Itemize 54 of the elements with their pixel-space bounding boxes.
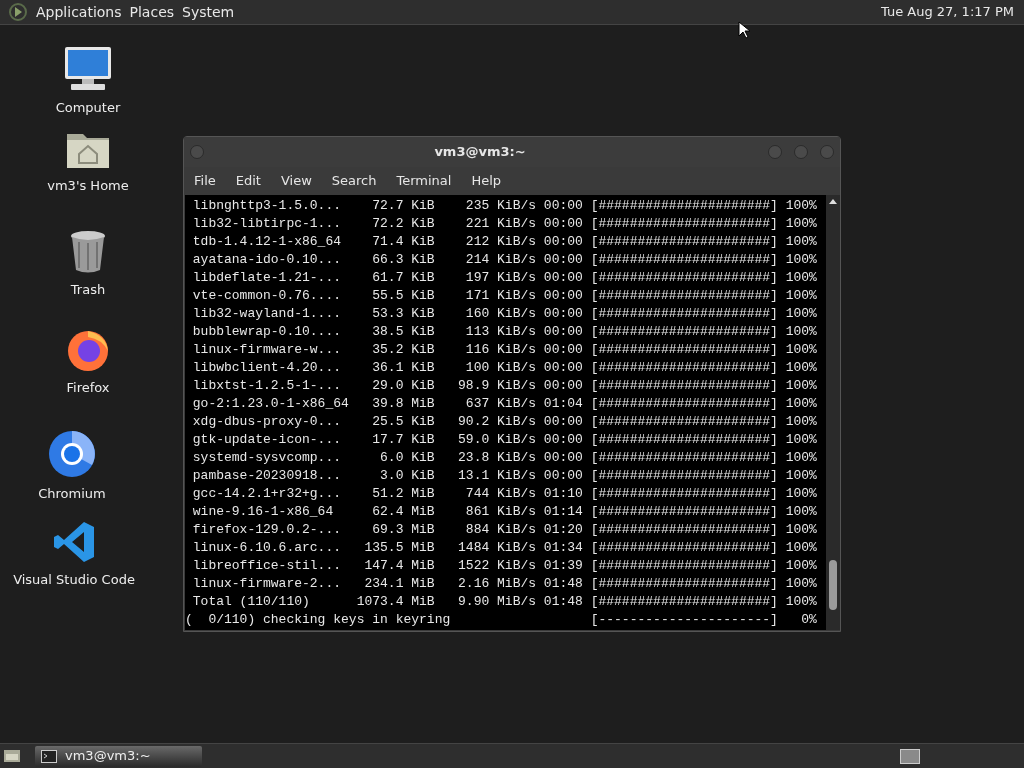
menu-logo-icon[interactable] (8, 2, 28, 22)
menu-item[interactable]: View (280, 171, 312, 191)
terminal-line: bubblewrap-0.10.... 38.5 KiB 113 KiB/s 00:00 [######################] 100% (191, 323, 818, 341)
terminal-line: wine-9.16-1-x86_64 62.4 MiB 861 KiB/s 01:14 [######################] 100% (191, 503, 818, 521)
mouse-pointer-icon (738, 21, 750, 39)
scroll-up-icon[interactable] (829, 198, 837, 206)
menu-item[interactable]: Search (331, 171, 377, 191)
desktop-icon-label[interactable]: Firefox (66, 378, 110, 398)
terminal-line: ( 0/110) checking keys in keyring [----------------------] 0% (185, 611, 818, 629)
terminal-line: pambase-20230918... 3.0 KiB 13.1 KiB/s 00:00 [######################] 100% (191, 467, 818, 485)
terminal-line: firefox-129.0.2-... 69.3 MiB 884 KiB/s 01:20 [######################] 100% (191, 521, 818, 539)
trash-icon (69, 230, 107, 274)
desktop-icon-label[interactable]: Trash (70, 280, 106, 300)
panel-menu[interactable]: Places (129, 1, 175, 23)
terminal-line: xdg-dbus-proxy-0... 25.5 KiB 90.2 KiB/s 00:00 [######################] 100% (191, 413, 818, 431)
taskbar-task[interactable]: vm3@vm3:~ (35, 745, 202, 767)
desktop-icon-label[interactable]: vm3's Home (47, 176, 129, 196)
terminal-line: libreoffice-stil... 147.4 MiB 1522 KiB/s 01:39 [######################] 100% (191, 557, 818, 575)
terminal-line: gtk-update-icon-... 17.7 KiB 59.0 KiB/s 00:00 [######################] 100% (191, 431, 818, 449)
terminal-line: linux-6.10.6.arc... 135.5 MiB 1484 KiB/s 01:34 [######################] 100% (191, 539, 818, 557)
window-title: vm3@vm3:~ (433, 143, 527, 162)
terminal-icon (41, 749, 57, 763)
terminal-line: Total (110/110) 1073.4 MiB 9.90 MiB/s 01:48 [######################] 100% (191, 593, 818, 611)
scrollbar[interactable] (826, 195, 840, 630)
scrollbar-thumb[interactable] (829, 560, 837, 610)
terminal-line: lib32-wayland-1.... 53.3 KiB 160 KiB/s 00:00 [######################] 100% (191, 305, 818, 323)
clock[interactable]: Tue Aug 27, 1:17 PM (880, 2, 1014, 22)
terminal-line: libdeflate-1.21-... 61.7 KiB 197 KiB/s 00:00 [######################] 100% (191, 269, 818, 287)
terminal-line: go-2:1.23.0-1-x86_64 39.8 MiB 637 KiB/s 01:04 [######################] 100% (191, 395, 818, 413)
terminal-line: libxtst-1.2.5-1-... 29.0 KiB 98.9 KiB/s 00:00 [######################] 100% (191, 377, 818, 395)
terminal-line: libnghttp3-1.5.0... 72.7 KiB 235 KiB/s 00:00 [######################] 100% (191, 197, 818, 215)
menu-item[interactable]: Help (471, 171, 502, 191)
menu-item[interactable]: Terminal (396, 171, 452, 191)
terminal-line: linux-firmware-w... 35.2 KiB 116 KiB/s 00:00 [######################] 100% (191, 341, 818, 359)
panel-menu[interactable]: System (182, 1, 235, 23)
show-desktop-icon[interactable] (3, 748, 21, 764)
terminal-line: vte-common-0.76.... 55.5 KiB 171 KiB/s 00:00 [######################] 100% (191, 287, 818, 305)
terminal-line: systemd-sysvcomp... 6.0 KiB 23.8 KiB/s 00:00 [######################] 100% (191, 449, 818, 467)
terminal-line: libwbclient-4.20... 36.1 KiB 100 KiB/s 00:00 [######################] 100% (191, 359, 818, 377)
panel-menu[interactable]: Applications (36, 1, 122, 23)
code-editor-icon (52, 520, 96, 564)
terminal-line: linux-firmware-2... 234.1 MiB 2.16 MiB/s 01:48 [######################] 100% (191, 575, 818, 593)
workspace-switcher[interactable] (900, 748, 920, 764)
terminal-line: lib32-libtirpc-1... 72.2 KiB 221 KiB/s 00:00 [######################] 100% (191, 215, 818, 233)
terminal-line: ayatana-ido-0.10... 66.3 KiB 214 KiB/s 00:00 [######################] 100% (191, 251, 818, 269)
terminal-line: gcc-14.2.1+r32+g... 51.2 MiB 744 KiB/s 01:10 [######################] 100% (191, 485, 818, 503)
computer-icon (63, 46, 113, 92)
menu-item[interactable]: File (194, 171, 216, 191)
desktop-icon-label[interactable]: Visual Studio Code (13, 570, 135, 590)
chromium-icon (48, 430, 96, 478)
desktop-icon-label[interactable]: Chromium (38, 484, 106, 504)
desktop-icon-label[interactable]: Computer (55, 98, 121, 118)
menu-item[interactable]: Edit (235, 171, 261, 191)
terminal-line: tdb-1.4.12-1-x86_64 71.4 KiB 212 KiB/s 00:00 [######################] 100% (191, 233, 818, 251)
